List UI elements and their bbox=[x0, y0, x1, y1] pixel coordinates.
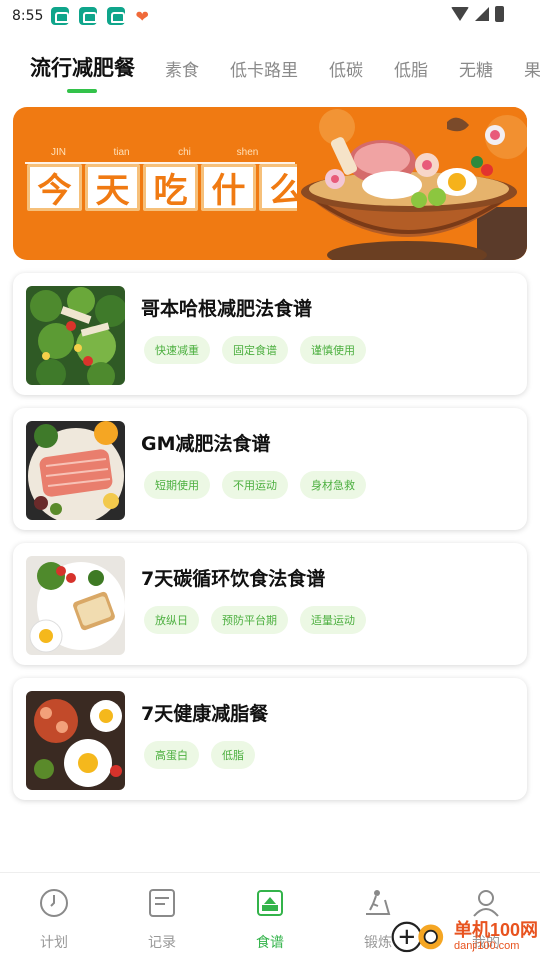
food-bowl-illustration bbox=[297, 107, 527, 260]
tab-low-carb[interactable]: 低碳 bbox=[329, 46, 363, 81]
pinyin-label: tian bbox=[113, 147, 130, 158]
nav-item-record[interactable]: 记录 bbox=[108, 873, 216, 960]
app-notification-icon bbox=[51, 7, 70, 25]
banner-char: 今 bbox=[27, 164, 82, 211]
tab-label: 果汁 bbox=[524, 61, 540, 81]
eggs-image bbox=[26, 691, 125, 790]
recipe-title: GM减肥法食谱 bbox=[141, 433, 271, 455]
nav-label: 食谱 bbox=[256, 935, 284, 951]
recipe-tag: 高蛋白 bbox=[144, 741, 199, 769]
recipe-card[interactable]: 哥本哈根减肥法食谱 快速减重 固定食谱 谨慎使用 bbox=[13, 273, 527, 395]
heart-icon: ❤ bbox=[135, 6, 149, 26]
status-time: 8:55 bbox=[12, 8, 44, 24]
tab-popular[interactable]: 流行减肥餐 bbox=[30, 46, 135, 93]
app-notification-icon bbox=[107, 7, 126, 25]
tab-low-fat[interactable]: 低脂 bbox=[394, 46, 428, 81]
recipe-tag: 身材急救 bbox=[300, 471, 366, 499]
battery-icon bbox=[495, 6, 504, 22]
recipe-tag: 谨慎使用 bbox=[300, 336, 366, 364]
tag-list: 放纵日 预防平台期 适量运动 bbox=[144, 606, 366, 634]
watermark: 单机100网 danji100.com bbox=[390, 917, 538, 955]
recipe-tag: 低脂 bbox=[211, 741, 255, 769]
recipe-tag: 放纵日 bbox=[144, 606, 199, 634]
tab-label: 流行减肥餐 bbox=[30, 56, 135, 80]
nav-item-plan[interactable]: 计划 bbox=[0, 873, 108, 960]
watermark-title: 单机100网 bbox=[454, 920, 539, 940]
nav-label: 记录 bbox=[148, 935, 176, 951]
nav-item-recipes[interactable]: 食谱 bbox=[216, 873, 324, 960]
breakfast-image bbox=[26, 556, 125, 655]
recipe-tag: 适量运动 bbox=[300, 606, 366, 634]
salad-image bbox=[26, 286, 125, 385]
recipe-tag: 不用运动 bbox=[222, 471, 288, 499]
recipe-card[interactable]: GM减肥法食谱 短期使用 不用运动 身材急救 bbox=[13, 408, 527, 530]
tab-label: 低碳 bbox=[329, 61, 363, 81]
app-notification-icon bbox=[79, 7, 98, 25]
recipe-title: 7天碳循环饮食法食谱 bbox=[141, 568, 326, 590]
recipe-tag: 固定食谱 bbox=[222, 336, 288, 364]
recipe-tag: 预防平台期 bbox=[211, 606, 288, 634]
pinyin-label: chi bbox=[178, 147, 191, 158]
tab-sugar-free[interactable]: 无糖 bbox=[459, 46, 493, 81]
banner-char: 天 bbox=[85, 164, 140, 211]
banner[interactable]: JIN tian chi shen me 今 天 吃 什 么 bbox=[13, 107, 527, 260]
tag-list: 高蛋白 低脂 bbox=[144, 741, 255, 769]
tag-list: 短期使用 不用运动 身材急救 bbox=[144, 471, 366, 499]
status-bar: 8:55 ❤ bbox=[0, 0, 540, 32]
user-icon bbox=[473, 890, 499, 917]
clock-icon bbox=[40, 889, 68, 917]
salmon-image bbox=[26, 421, 125, 520]
pinyin-label: JIN bbox=[51, 147, 66, 158]
recipe-tag: 短期使用 bbox=[144, 471, 210, 499]
treadmill-icon bbox=[366, 890, 391, 915]
signal-icon bbox=[475, 7, 489, 21]
tab-label: 低脂 bbox=[394, 61, 428, 81]
tab-label: 素食 bbox=[165, 61, 199, 81]
category-tabs: 流行减肥餐 素食 低卡路里 低碳 低脂 无糖 果汁 bbox=[0, 46, 540, 96]
recipe-title: 哥本哈根减肥法食谱 bbox=[141, 298, 313, 320]
banner-title: 今 天 吃 什 么 bbox=[27, 164, 317, 211]
wifi-icon bbox=[451, 7, 469, 21]
recipe-tag: 快速减重 bbox=[144, 336, 210, 364]
pinyin-label: shen bbox=[236, 147, 259, 158]
recipe-card[interactable]: 7天健康减脂餐 高蛋白 低脂 bbox=[13, 678, 527, 800]
banner-char: 吃 bbox=[143, 164, 198, 211]
watermark-url: danji100.com bbox=[454, 940, 520, 952]
system-status-icons bbox=[451, 6, 504, 22]
recipe-icon bbox=[257, 890, 283, 916]
recipe-card[interactable]: 7天碳循环饮食法食谱 放纵日 预防平台期 适量运动 bbox=[13, 543, 527, 665]
document-icon bbox=[149, 889, 175, 917]
tab-juice[interactable]: 果汁 bbox=[524, 46, 540, 81]
active-tab-indicator bbox=[67, 89, 97, 93]
recipe-title: 7天健康减脂餐 bbox=[141, 703, 269, 725]
banner-pinyin: JIN tian chi shen me bbox=[27, 147, 342, 158]
nav-label: 锻炼 bbox=[364, 935, 392, 951]
tab-label: 低卡路里 bbox=[230, 61, 298, 81]
nav-label: 计划 bbox=[40, 935, 68, 951]
tag-list: 快速减重 固定食谱 谨慎使用 bbox=[144, 336, 366, 364]
banner-char: 什 bbox=[201, 164, 256, 211]
tab-vegetarian[interactable]: 素食 bbox=[165, 46, 199, 81]
tab-label: 无糖 bbox=[459, 61, 493, 81]
tab-low-calorie[interactable]: 低卡路里 bbox=[230, 46, 298, 81]
watermark-logo bbox=[391, 921, 444, 953]
